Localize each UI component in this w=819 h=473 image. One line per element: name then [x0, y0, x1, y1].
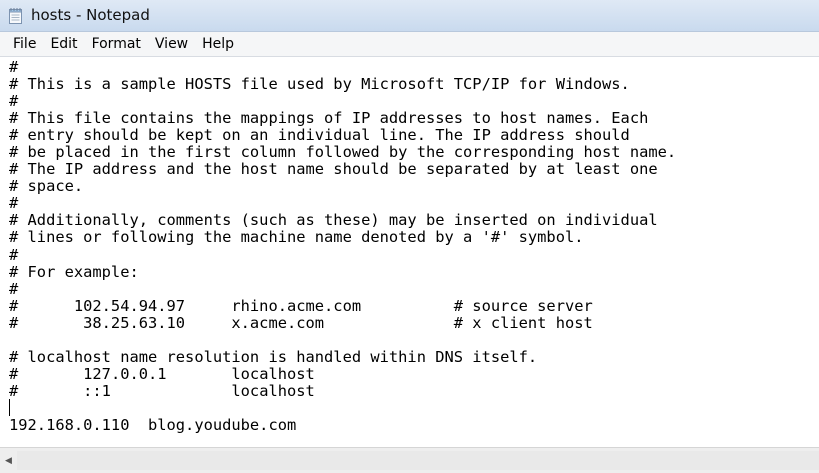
- notepad-icon: [7, 7, 24, 24]
- text-line: # entry should be kept on an individual …: [9, 126, 630, 145]
- menu-file[interactable]: File: [6, 34, 43, 54]
- text-line: #: [9, 58, 19, 76]
- text-line: #: [9, 194, 19, 213]
- text-caret: [9, 399, 10, 416]
- title-bar[interactable]: hosts - Notepad: [0, 0, 819, 32]
- text-line: # lines or following the machine name de…: [9, 228, 584, 247]
- menu-help[interactable]: Help: [195, 34, 241, 54]
- text-line: # space.: [9, 177, 84, 196]
- text-line: # The IP address and the host name shoul…: [9, 160, 658, 179]
- scroll-track[interactable]: [17, 451, 819, 470]
- text-line: #: [9, 245, 19, 264]
- text-line: # This file contains the mappings of IP …: [9, 109, 649, 128]
- text-line: # be placed in the first column followed…: [9, 143, 677, 162]
- text-line: # This is a sample HOSTS file used by Mi…: [9, 75, 630, 94]
- menu-format[interactable]: Format: [85, 34, 148, 54]
- text-line: # 38.25.63.10 x.acme.com # x client host: [9, 313, 593, 332]
- menu-edit[interactable]: Edit: [43, 34, 84, 54]
- text-line: # For example:: [9, 262, 139, 281]
- text-editor[interactable]: # # This is a sample HOSTS file used by …: [0, 57, 819, 447]
- editor-text[interactable]: # # This is a sample HOSTS file used by …: [9, 58, 677, 434]
- text-line: # localhost name resolution is handled w…: [9, 347, 538, 366]
- window-title: hosts - Notepad: [31, 6, 150, 24]
- text-line: # ::1 localhost: [9, 381, 315, 400]
- horizontal-scrollbar[interactable]: ◀: [0, 447, 819, 473]
- text-line: # 127.0.0.1 localhost: [9, 364, 315, 383]
- text-line: # Additionally, comments (such as these)…: [9, 211, 658, 230]
- text-line: #: [9, 92, 19, 111]
- text-line: 192.168.0.110 blog.youdube.com: [9, 415, 297, 434]
- menu-bar: File Edit Format View Help: [0, 32, 819, 57]
- text-line: # 102.54.94.97 rhino.acme.com # source s…: [9, 296, 593, 315]
- text-line: #: [9, 279, 19, 298]
- menu-view[interactable]: View: [148, 34, 195, 54]
- scroll-left-arrow-icon[interactable]: ◀: [0, 448, 17, 473]
